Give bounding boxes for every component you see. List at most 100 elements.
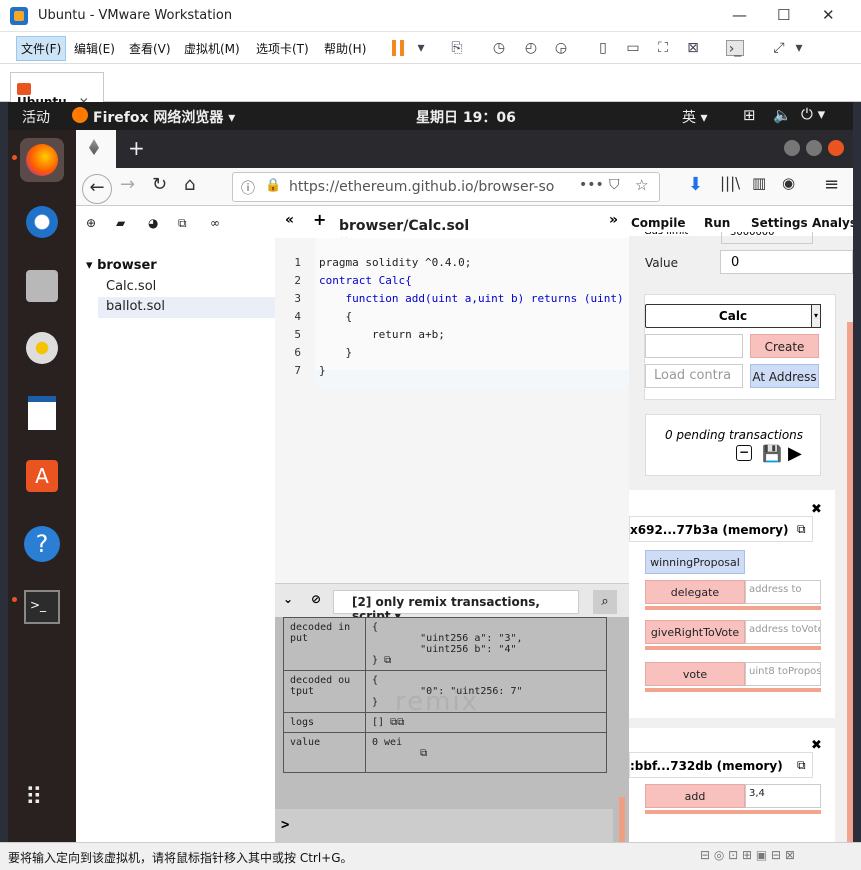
code-editor[interactable]: 1 2 3 4 5 6 7 pragma solidity ^0.4.0; co… [275,238,629,583]
give-right-to-vote-button[interactable]: giveRightToVote [645,620,745,644]
input-method[interactable]: 英 ▾ [682,107,707,127]
download-icon[interactable]: ⬇ [688,174,703,195]
add-tab-icon[interactable]: + [313,210,326,229]
copy-icon[interactable]: ⧉ [397,717,404,728]
library-icon[interactable]: |||\ [720,174,740,192]
create-args-input[interactable] [645,334,743,358]
menu-file[interactable]: 文件(F) [16,36,67,61]
power-icon[interactable]: ⏻ ▾ [801,105,825,123]
clear-terminal-icon[interactable]: ⊘ [311,592,321,606]
remove-instance-icon[interactable]: ✖ [811,502,822,517]
revert-snapshot-icon[interactable]: ◴ [522,40,540,56]
terminal-filter-select[interactable]: [2] only remix transactions, script ▾ [333,590,579,623]
forward-button[interactable]: → [120,174,135,195]
gas-limit-input[interactable]: 3000000 [721,232,813,244]
send-ctrl-alt-del-icon[interactable]: ⎘ [448,40,466,56]
console-icon[interactable]: ›_ [726,40,744,57]
file-ballot[interactable]: ballot.sol [98,297,275,318]
volume-icon[interactable]: 🔈 [773,106,792,124]
play-icon[interactable]: ▶ [788,443,802,464]
files-icon[interactable] [20,264,64,308]
unity-icon[interactable]: ⊠ [684,40,702,56]
minimize-ff-icon[interactable] [784,140,800,156]
fullscreen-icon[interactable]: ⛶ [654,40,672,56]
bookmark-star-icon[interactable]: ☆ [635,176,648,194]
load-contract-input[interactable]: Load contra [645,364,743,388]
url-bar[interactable]: ⓘ 🔒 https://ethereum.github.io/browser-s… [232,172,660,202]
device-icons[interactable]: ⊟ ◎ ⊡ ⊞ ▣ ⊟ ⊠ [700,848,795,862]
contract-select[interactable]: Calc [645,304,821,328]
dropdown-icon[interactable]: ▾ [412,40,430,56]
search-icon[interactable]: ⌕ [593,590,617,614]
snapshot-icon[interactable]: ◷ [490,40,508,56]
menu-vm[interactable]: 虚拟机(M) [184,40,240,57]
maximize-ff-icon[interactable] [806,140,822,156]
instance-title-2[interactable]: :bbf...732db (memory) [629,752,813,778]
close-ff-icon[interactable] [828,140,844,156]
add-button[interactable]: add [645,784,745,808]
copy-files-icon[interactable]: ⧉ [178,216,187,231]
tab-ubuntu[interactable]: Ubuntu✕ [10,72,104,109]
tab-analysis[interactable]: Analysis [812,216,853,230]
remove-instance-icon[interactable]: ✖ [811,738,822,753]
stretch-dropdown-icon[interactable]: ▾ [790,40,808,56]
save-icon[interactable]: 💾 [762,444,782,463]
copy-icon[interactable]: ⧉ [420,748,427,759]
file-calc[interactable]: Calc.sol [106,279,156,294]
home-button[interactable]: ⌂ [184,174,195,195]
collapse-right-icon[interactable]: » [609,212,618,228]
tab-run[interactable]: Run [704,216,730,230]
menu-help[interactable]: 帮助(H) [324,40,366,57]
page-actions-icon[interactable]: ••• [579,177,604,193]
value-input[interactable]: 0 [720,250,853,274]
browser-tab-remix[interactable] [76,130,116,168]
snapshot-manager-icon[interactable]: ◶ [552,40,570,56]
minimize-icon[interactable]: — [732,6,747,24]
thunderbird-icon[interactable] [20,200,64,244]
terminal-icon[interactable]: >_ [20,586,64,630]
clock[interactable]: 星期日 19：06 [416,107,516,127]
add-input[interactable]: 3,4 [745,784,821,808]
activities-button[interactable]: 活动 [22,107,50,127]
stretch-icon[interactable]: ⤢ [770,40,788,56]
select-arrow-icon[interactable]: ▾ [811,304,821,328]
back-button[interactable]: ← [82,174,112,204]
show-apps-icon[interactable]: ⠿ [25,785,45,809]
app-menu[interactable]: Firefox 网络浏览器 ▾ [93,107,235,127]
url-text[interactable]: https://ethereum.github.io/browser-so [289,179,579,195]
account-icon[interactable]: ◉ [782,174,795,192]
copy-address-icon[interactable]: ⧉ [797,758,806,773]
reload-button[interactable]: ↻ [152,174,167,195]
tab-calc-sol[interactable]: browser/Calc.sol ✖ [331,208,487,249]
info-icon[interactable]: ⓘ [241,178,255,198]
sidebar-icon[interactable]: ▥ [752,174,766,192]
open-folder-icon[interactable]: ▰ [116,216,125,230]
tab-settings[interactable]: Settings [751,216,808,230]
right-scrollbar[interactable] [847,322,853,842]
rhythmbox-icon[interactable] [20,326,64,370]
vote-input[interactable]: uint8 toProposal [745,662,821,686]
writer-icon[interactable] [20,390,64,434]
network-icon[interactable]: ⊞ [743,106,756,124]
menu-edit[interactable]: 编辑(E) [74,40,115,57]
delegate-button[interactable]: delegate [645,580,745,604]
winning-proposal-button[interactable]: winningProposal [645,550,745,574]
create-file-icon[interactable]: ⊕ [86,216,96,230]
firefox-launcher-icon[interactable] [20,138,64,182]
collapse-left-icon[interactable]: « [285,212,294,228]
terminal-prompt[interactable]: > [275,809,613,842]
menu-tabs[interactable]: 选项卡(T) [256,40,309,57]
maximize-icon[interactable]: ☐ [777,6,790,24]
github-icon[interactable]: ◕ [148,216,158,230]
link-icon[interactable]: ∞ [210,216,220,230]
give-right-to-vote-input[interactable]: address toVoter [745,620,821,644]
copy-icon[interactable]: ⧉ [384,655,391,666]
software-icon[interactable]: A [20,454,64,498]
menu-view[interactable]: 查看(V) [129,40,171,57]
clear-instances-icon[interactable]: − [736,445,752,461]
pause-icon[interactable] [392,40,396,56]
pocket-icon[interactable]: ⛉ [609,177,620,193]
folder-browser[interactable]: ▾ browser [86,258,157,273]
tab-compile[interactable]: Compile [631,216,686,230]
delegate-input[interactable]: address to [745,580,821,604]
